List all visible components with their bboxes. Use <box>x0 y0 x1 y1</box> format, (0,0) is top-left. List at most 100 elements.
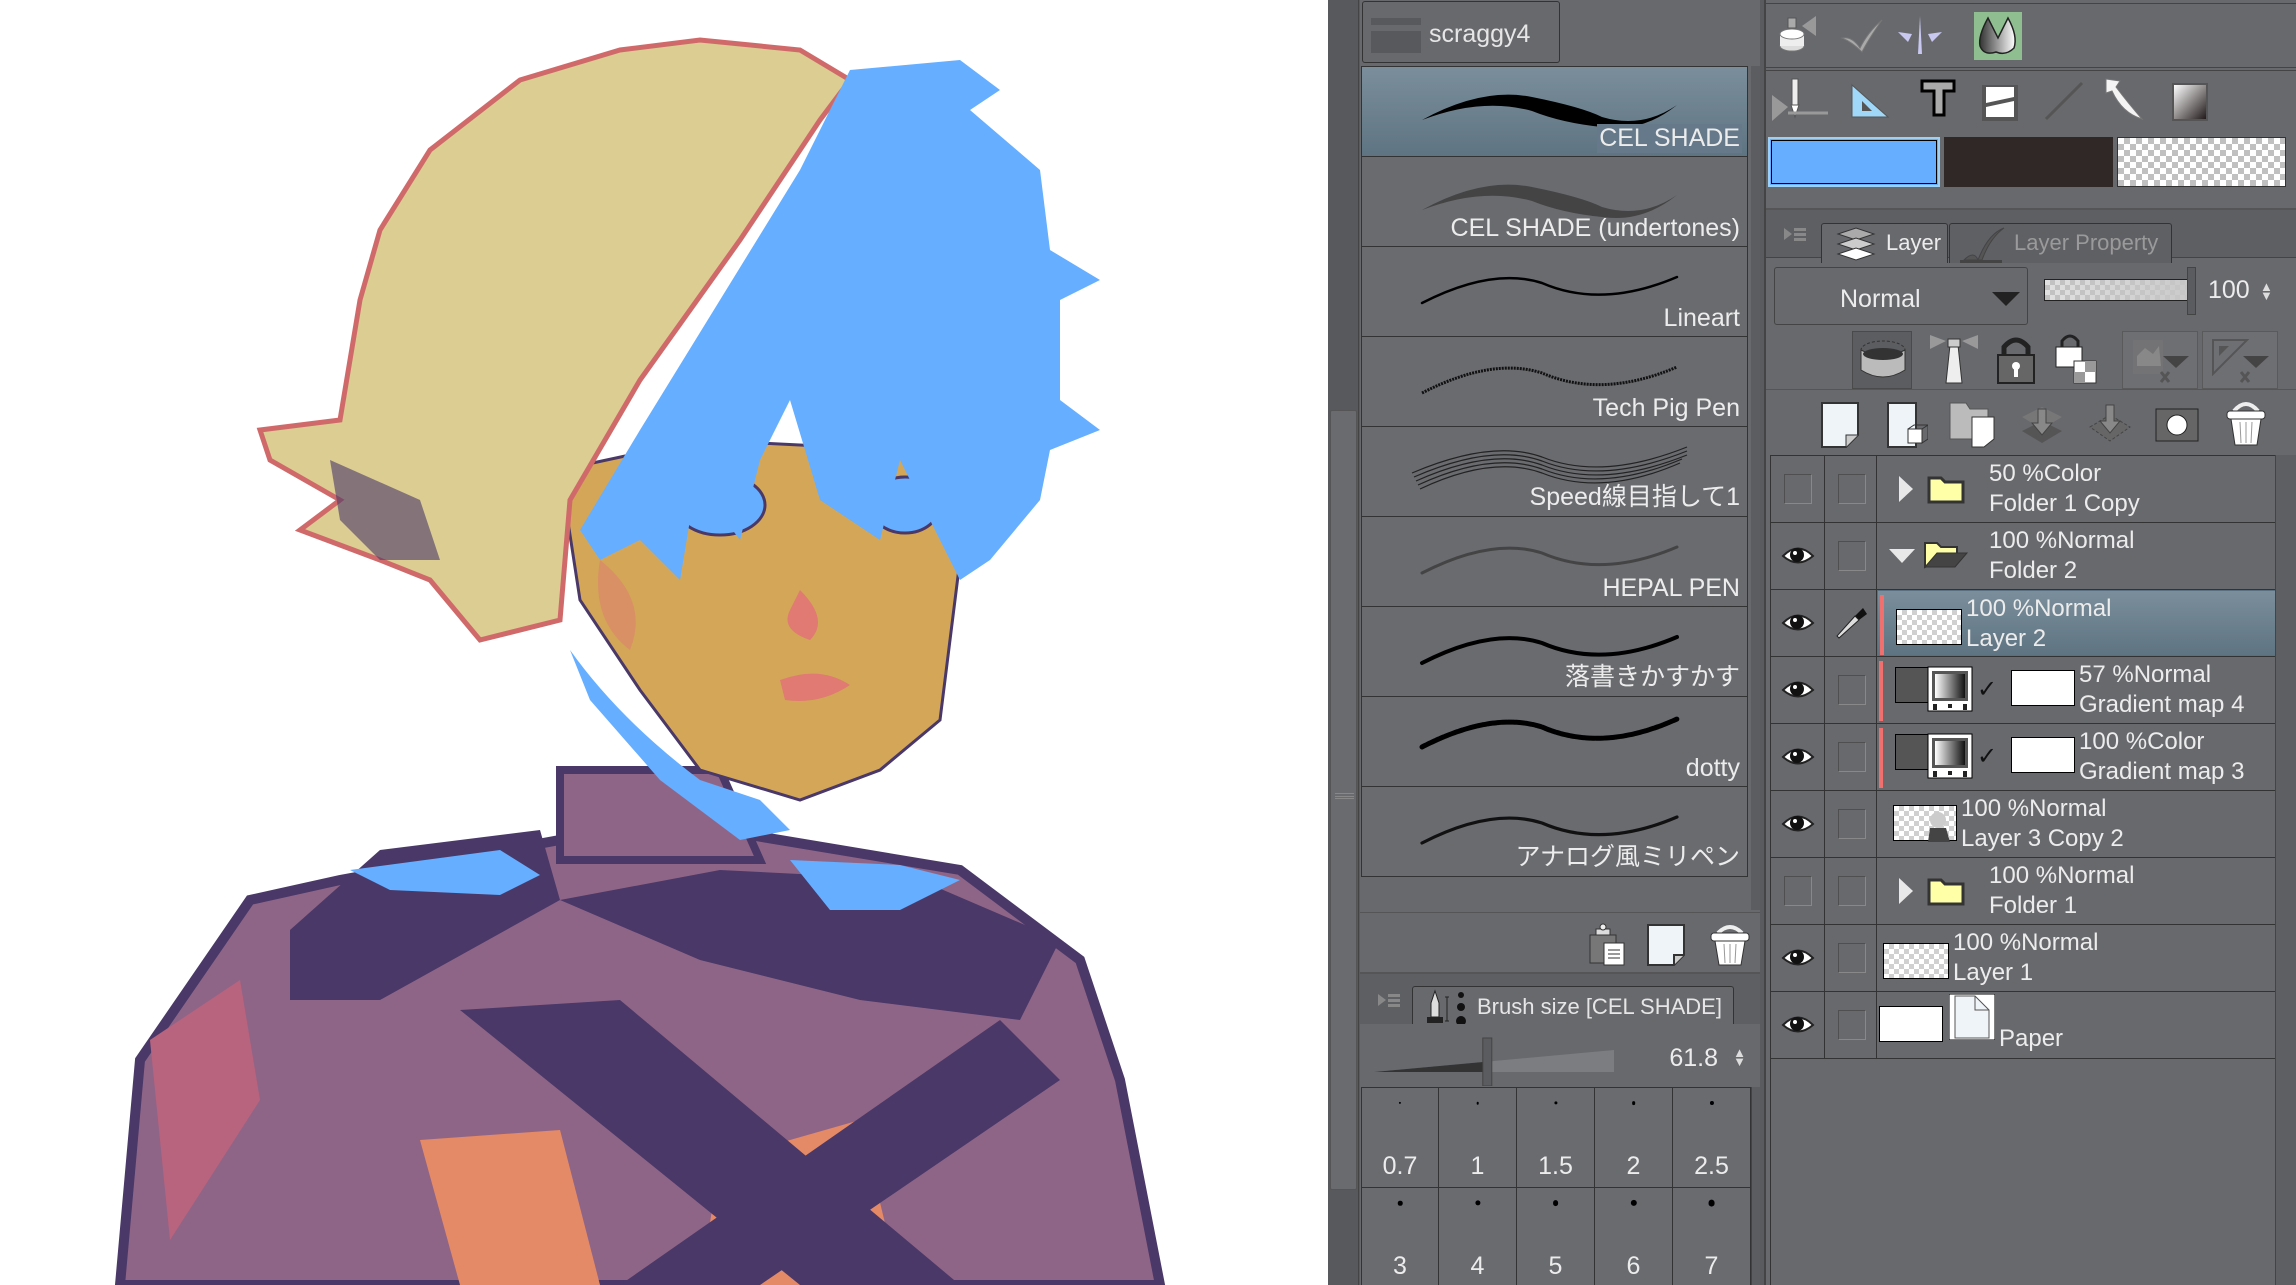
new-raster-layer-icon[interactable] <box>1818 399 1862 449</box>
balloon-tail-icon[interactable] <box>2102 77 2150 125</box>
airbrush-icon[interactable] <box>1778 12 1826 60</box>
layer-row[interactable]: 100 %Normal Layer 1 <box>1771 925 2276 992</box>
canvas-scrollbar[interactable] <box>1328 0 1359 1285</box>
brush-size-slider[interactable]: 61.8 ▲ ▼ <box>1360 1024 1760 1086</box>
visibility-toggle[interactable] <box>1784 876 1812 906</box>
fill-tool-icon[interactable] <box>1974 12 2022 60</box>
brush-size-preset[interactable]: 3 <box>1361 1188 1439 1285</box>
edit-column[interactable] <box>1825 925 1877 991</box>
edit-target-toggle[interactable] <box>1838 742 1866 772</box>
brush-list-scrollbar[interactable] <box>1751 66 1760 910</box>
layer-row[interactable]: 100 %Normal Layer 2 <box>1771 590 2276 657</box>
brush-item[interactable]: Speed線目指して1 <box>1361 427 1748 517</box>
visibility-column[interactable] <box>1771 657 1825 723</box>
brush-size-spinner[interactable]: ▲ ▼ <box>1733 1046 1746 1068</box>
layer-list-scrollbar[interactable] <box>2275 455 2296 1285</box>
visibility-column[interactable] <box>1771 858 1825 924</box>
scrollbar-thumb[interactable] <box>1330 410 1357 1190</box>
edit-target-toggle[interactable] <box>1838 809 1866 839</box>
brush-size-preset[interactable]: 4 <box>1439 1188 1517 1285</box>
brush-item[interactable]: HEPAL PEN <box>1361 517 1748 607</box>
layer-info[interactable]: Paper <box>1877 992 2276 1058</box>
layer-row[interactable]: 100 %Normal Layer 3 Copy 2 <box>1771 791 2276 858</box>
edit-column[interactable] <box>1825 590 1877 656</box>
eye-icon[interactable] <box>1781 943 1815 973</box>
edit-target-toggle[interactable] <box>1838 943 1866 973</box>
edit-target-toggle[interactable] <box>1838 1010 1866 1040</box>
edit-column[interactable] <box>1825 791 1877 857</box>
edit-target-toggle[interactable] <box>1838 876 1866 906</box>
eye-icon[interactable] <box>1781 1010 1815 1040</box>
edit-column[interactable] <box>1825 523 1877 589</box>
layer-panel-menu-icon[interactable] <box>1770 218 1820 254</box>
eye-icon[interactable] <box>1781 608 1815 638</box>
layer-info[interactable]: ✓ 100 %Color Gradient map 3 <box>1877 724 2276 790</box>
delete-subtool-icon[interactable] <box>1708 923 1752 967</box>
edit-column[interactable] <box>1825 858 1877 924</box>
layer-row[interactable]: Paper <box>1771 992 2276 1059</box>
brush-size-preset[interactable]: 1.5 <box>1517 1088 1595 1188</box>
opacity-slider[interactable] <box>2044 279 2189 301</box>
folder-expand-icon[interactable] <box>1899 878 1913 904</box>
brush-item[interactable]: Lineart <box>1361 247 1748 337</box>
eye-icon[interactable] <box>1781 541 1815 571</box>
subtool-group-tab[interactable]: scraggy4 <box>1362 1 1560 63</box>
folder-expand-icon[interactable] <box>1899 476 1913 502</box>
brush-size-preset[interactable]: 2.5 <box>1673 1088 1751 1188</box>
visibility-column[interactable] <box>1771 590 1825 656</box>
edit-column[interactable] <box>1825 992 1877 1058</box>
layer-row[interactable]: ✓ 100 %Color Gradient map 3 <box>1771 724 2276 791</box>
layer-row[interactable]: ✓ 57 %Normal Gradient map 4 <box>1771 657 2276 724</box>
opacity-spinner[interactable]: ▲ ▼ <box>2260 280 2273 302</box>
tab-layer-property[interactable]: Layer Property <box>1949 223 2172 263</box>
edit-target-toggle[interactable] <box>1838 541 1866 571</box>
new-vector-layer-icon[interactable] <box>1884 399 1930 449</box>
brush-size-preset[interactable]: 6 <box>1595 1188 1673 1285</box>
opacity-slider-handle[interactable] <box>2187 267 2196 315</box>
brush-size-value[interactable]: 61.8 <box>1669 1044 1718 1073</box>
visibility-column[interactable] <box>1771 992 1825 1058</box>
transparent-color-swatch[interactable] <box>2117 137 2286 187</box>
new-folder-icon[interactable] <box>1948 399 1995 449</box>
edit-column[interactable] <box>1825 724 1877 790</box>
panel-menu-icon[interactable] <box>1364 984 1414 1020</box>
new-subtool-icon[interactable] <box>1644 923 1688 967</box>
brush-size-presets-scrollbar[interactable] <box>1751 1087 1760 1285</box>
duplicate-subtool-icon[interactable] <box>1586 923 1630 967</box>
pen-ruler-icon[interactable] <box>1772 77 1828 125</box>
clip-to-layer-below-icon[interactable] <box>1852 331 1912 389</box>
transfer-to-lower-layer-icon[interactable] <box>2020 399 2064 449</box>
reference-layer-icon[interactable] <box>1924 331 1984 389</box>
eye-icon[interactable] <box>1781 809 1815 839</box>
layer-info[interactable]: 50 %Color Folder 1 Copy <box>1877 456 2276 522</box>
opacity-value[interactable]: 100 <box>2208 276 2250 305</box>
brush-item[interactable]: 落書きかすかす <box>1361 607 1748 697</box>
lock-transparent-pixels-icon[interactable] <box>2048 331 2108 389</box>
layer-info[interactable]: ✓ 57 %Normal Gradient map 4 <box>1877 657 2276 723</box>
brush-size-wedge[interactable] <box>1374 1024 1654 1086</box>
brush-size-preset[interactable]: 2 <box>1595 1088 1673 1188</box>
merge-to-lower-layer-icon[interactable] <box>2088 399 2132 449</box>
brush-size-preset[interactable]: 7 <box>1673 1188 1751 1285</box>
brush-item[interactable]: アナログ風ミリペン <box>1361 787 1748 877</box>
tab-brush-size[interactable]: Brush size [CEL SHADE] <box>1412 986 1734 1026</box>
gradient-tool-icon[interactable] <box>2170 77 2218 125</box>
eye-icon[interactable] <box>1781 675 1815 705</box>
tab-layer[interactable]: Layer <box>1821 223 1948 263</box>
lock-layer-icon[interactable] <box>1986 331 2046 389</box>
brush-item[interactable]: Tech Pig Pen <box>1361 337 1748 427</box>
brush-size-preset[interactable]: 5 <box>1517 1188 1595 1285</box>
brush-item[interactable]: CEL SHADE (undertones) <box>1361 157 1748 247</box>
mask-enable-icon[interactable] <box>2122 331 2198 389</box>
layer-row[interactable]: 100 %Normal Folder 2 <box>1771 523 2276 590</box>
main-color-swatch[interactable] <box>1768 137 1940 187</box>
drawing-canvas[interactable] <box>0 0 1328 1285</box>
layer-info[interactable]: 100 %Normal Layer 1 <box>1877 925 2276 991</box>
visibility-toggle[interactable] <box>1784 474 1812 504</box>
visibility-column[interactable] <box>1771 925 1825 991</box>
brush-size-preset[interactable]: 0.7 <box>1361 1088 1439 1188</box>
blend-tool-icon[interactable] <box>1838 12 1886 60</box>
blend-mode-select[interactable]: Normal <box>1774 267 2028 325</box>
sub-color-swatch[interactable] <box>1944 137 2113 187</box>
brush-item[interactable]: CEL SHADE <box>1361 67 1748 157</box>
